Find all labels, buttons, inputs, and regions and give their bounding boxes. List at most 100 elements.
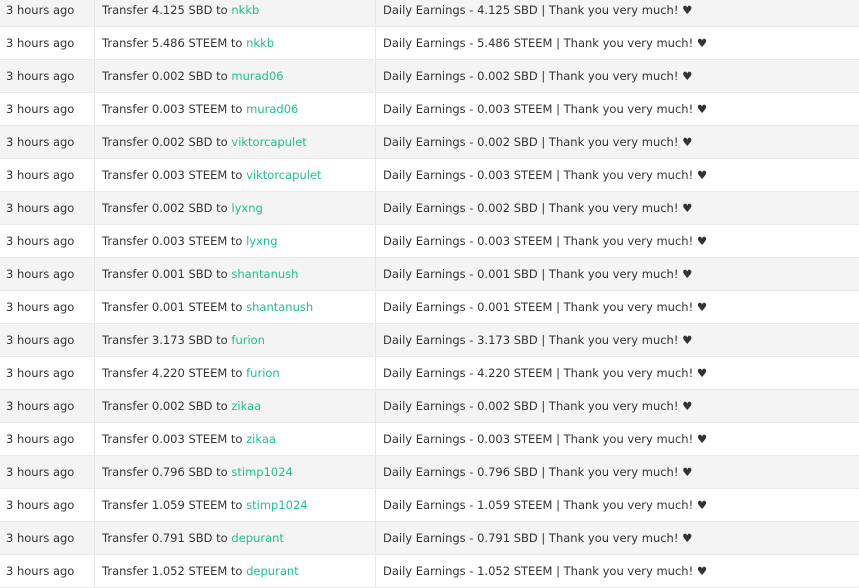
table-row: 3 hours ago Transfer 1.052 STEEM to depu… <box>0 555 859 588</box>
transfer-amount-text: Transfer 0.001 STEEM to <box>102 300 243 314</box>
table-row: 3 hours ago Transfer 0.002 SBD to murad0… <box>0 60 859 93</box>
transfer-amount-text: Transfer 3.173 SBD to <box>102 333 228 347</box>
recipient-link[interactable]: depurant <box>231 531 284 545</box>
timestamp: 3 hours ago <box>0 390 95 422</box>
recipient-link[interactable]: murad06 <box>231 69 283 83</box>
table-row: 3 hours ago Transfer 0.003 STEEM to vikt… <box>0 159 859 192</box>
memo: Daily Earnings - 0.002 SBD | Thank you v… <box>383 69 693 83</box>
table-row: 3 hours ago Transfer 0.796 SBD to stimp1… <box>0 456 859 489</box>
transfer-operation: Transfer 0.001 STEEM to shantanush <box>95 291 376 323</box>
memo: Daily Earnings - 0.796 SBD | Thank you v… <box>383 465 693 479</box>
transfer-amount-text: Transfer 4.125 SBD to <box>102 3 228 17</box>
memo: Daily Earnings - 0.002 SBD | Thank you v… <box>383 201 693 215</box>
table-row: 3 hours ago Transfer 0.791 SBD to depura… <box>0 522 859 555</box>
table-row: 3 hours ago Transfer 0.001 STEEM to shan… <box>0 291 859 324</box>
memo: Daily Earnings - 0.003 STEEM | Thank you… <box>383 234 708 248</box>
timestamp: 3 hours ago <box>0 60 95 92</box>
transfer-operation: Transfer 0.003 STEEM to viktorcapulet <box>95 159 376 191</box>
transfer-operation: Transfer 0.003 STEEM to zikaa <box>95 423 376 455</box>
recipient-link[interactable]: furion <box>231 333 265 347</box>
table-row: 3 hours ago Transfer 4.125 SBD to nkkb D… <box>0 0 859 27</box>
recipient-link[interactable]: nkkb <box>246 36 274 50</box>
transfer-operation: Transfer 0.003 STEEM to murad06 <box>95 93 376 125</box>
transfer-operation: Transfer 1.059 STEEM to stimp1024 <box>95 489 376 521</box>
memo: Daily Earnings - 5.486 STEEM | Thank you… <box>383 36 708 50</box>
transfer-amount-text: Transfer 0.001 SBD to <box>102 267 228 281</box>
timestamp: 3 hours ago <box>0 357 95 389</box>
timestamp: 3 hours ago <box>0 291 95 323</box>
transfer-operation: Transfer 3.173 SBD to furion <box>95 324 376 356</box>
transfer-amount-text: Transfer 0.003 STEEM to <box>102 168 243 182</box>
memo: Daily Earnings - 1.052 STEEM | Thank you… <box>383 564 708 578</box>
timestamp: 3 hours ago <box>0 423 95 455</box>
recipient-link[interactable]: stimp1024 <box>231 465 292 479</box>
transfer-operation: Transfer 0.002 SBD to zikaa <box>95 390 376 422</box>
timestamp: 3 hours ago <box>0 27 95 59</box>
table-row: 3 hours ago Transfer 1.059 STEEM to stim… <box>0 489 859 522</box>
recipient-link[interactable]: furion <box>246 366 280 380</box>
memo: Daily Earnings - 0.003 STEEM | Thank you… <box>383 102 708 116</box>
memo: Daily Earnings - 0.002 SBD | Thank you v… <box>383 135 693 149</box>
recipient-link[interactable]: zikaa <box>246 432 276 446</box>
transfer-operation: Transfer 5.486 STEEM to nkkb <box>95 27 376 59</box>
recipient-link[interactable]: lyxng <box>231 201 262 215</box>
memo: Daily Earnings - 4.125 SBD | Thank you v… <box>383 3 693 17</box>
timestamp: 3 hours ago <box>0 522 95 554</box>
transfer-operation: Transfer 4.125 SBD to nkkb <box>95 0 376 26</box>
transfer-operation: Transfer 0.796 SBD to stimp1024 <box>95 456 376 488</box>
timestamp: 3 hours ago <box>0 225 95 257</box>
timestamp: 3 hours ago <box>0 324 95 356</box>
table-row: 3 hours ago Transfer 0.003 STEEM to zika… <box>0 423 859 456</box>
table-row: 3 hours ago Transfer 0.003 STEEM to lyxn… <box>0 225 859 258</box>
table-row: 3 hours ago Transfer 3.173 SBD to furion… <box>0 324 859 357</box>
timestamp: 3 hours ago <box>0 555 95 587</box>
recipient-link[interactable]: depurant <box>246 564 299 578</box>
recipient-link[interactable]: nkkb <box>231 3 259 17</box>
transfer-operation: Transfer 0.002 SBD to lyxng <box>95 192 376 224</box>
transfer-amount-text: Transfer 0.002 SBD to <box>102 399 228 413</box>
transfer-amount-text: Transfer 4.220 STEEM to <box>102 366 243 380</box>
timestamp: 3 hours ago <box>0 93 95 125</box>
transfer-amount-text: Transfer 5.486 STEEM to <box>102 36 243 50</box>
recipient-link[interactable]: viktorcapulet <box>246 168 321 182</box>
transfer-operation: Transfer 0.002 SBD to murad06 <box>95 60 376 92</box>
table-row: 3 hours ago Transfer 0.002 SBD to zikaa … <box>0 390 859 423</box>
transfer-amount-text: Transfer 0.003 STEEM to <box>102 102 243 116</box>
memo: Daily Earnings - 4.220 STEEM | Thank you… <box>383 366 708 380</box>
table-row: 3 hours ago Transfer 0.001 SBD to shanta… <box>0 258 859 291</box>
transfer-operation: Transfer 0.003 STEEM to lyxng <box>95 225 376 257</box>
table-row: 3 hours ago Transfer 5.486 STEEM to nkkb… <box>0 27 859 60</box>
recipient-link[interactable]: murad06 <box>246 102 298 116</box>
recipient-link[interactable]: stimp1024 <box>246 498 307 512</box>
transfer-operation: Transfer 1.052 STEEM to depurant <box>95 555 376 587</box>
timestamp: 3 hours ago <box>0 258 95 290</box>
memo: Daily Earnings - 0.002 SBD | Thank you v… <box>383 399 693 413</box>
transfer-history-table: 3 hours ago Transfer 4.125 SBD to nkkb D… <box>0 0 859 588</box>
transfer-operation: Transfer 4.220 STEEM to furion <box>95 357 376 389</box>
timestamp: 3 hours ago <box>0 489 95 521</box>
transfer-amount-text: Transfer 1.052 STEEM to <box>102 564 243 578</box>
transfer-amount-text: Transfer 0.796 SBD to <box>102 465 228 479</box>
memo: Daily Earnings - 0.001 SBD | Thank you v… <box>383 267 693 281</box>
transfer-operation: Transfer 0.001 SBD to shantanush <box>95 258 376 290</box>
timestamp: 3 hours ago <box>0 159 95 191</box>
recipient-link[interactable]: zikaa <box>231 399 261 413</box>
memo: Daily Earnings - 1.059 STEEM | Thank you… <box>383 498 708 512</box>
recipient-link[interactable]: lyxng <box>246 234 277 248</box>
transfer-amount-text: Transfer 0.002 SBD to <box>102 69 228 83</box>
table-row: 3 hours ago Transfer 0.002 SBD to viktor… <box>0 126 859 159</box>
timestamp: 3 hours ago <box>0 126 95 158</box>
transfer-amount-text: Transfer 0.791 SBD to <box>102 531 228 545</box>
table-row: 3 hours ago Transfer 0.003 STEEM to mura… <box>0 93 859 126</box>
memo: Daily Earnings - 0.001 STEEM | Thank you… <box>383 300 708 314</box>
recipient-link[interactable]: viktorcapulet <box>231 135 306 149</box>
transfer-amount-text: Transfer 0.002 SBD to <box>102 201 228 215</box>
timestamp: 3 hours ago <box>0 456 95 488</box>
memo: Daily Earnings - 3.173 SBD | Thank you v… <box>383 333 693 347</box>
memo: Daily Earnings - 0.791 SBD | Thank you v… <box>383 531 693 545</box>
recipient-link[interactable]: shantanush <box>231 267 298 281</box>
recipient-link[interactable]: shantanush <box>246 300 313 314</box>
table-row: 3 hours ago Transfer 0.002 SBD to lyxng … <box>0 192 859 225</box>
transfer-amount-text: Transfer 0.003 STEEM to <box>102 234 243 248</box>
transfer-amount-text: Transfer 0.002 SBD to <box>102 135 228 149</box>
